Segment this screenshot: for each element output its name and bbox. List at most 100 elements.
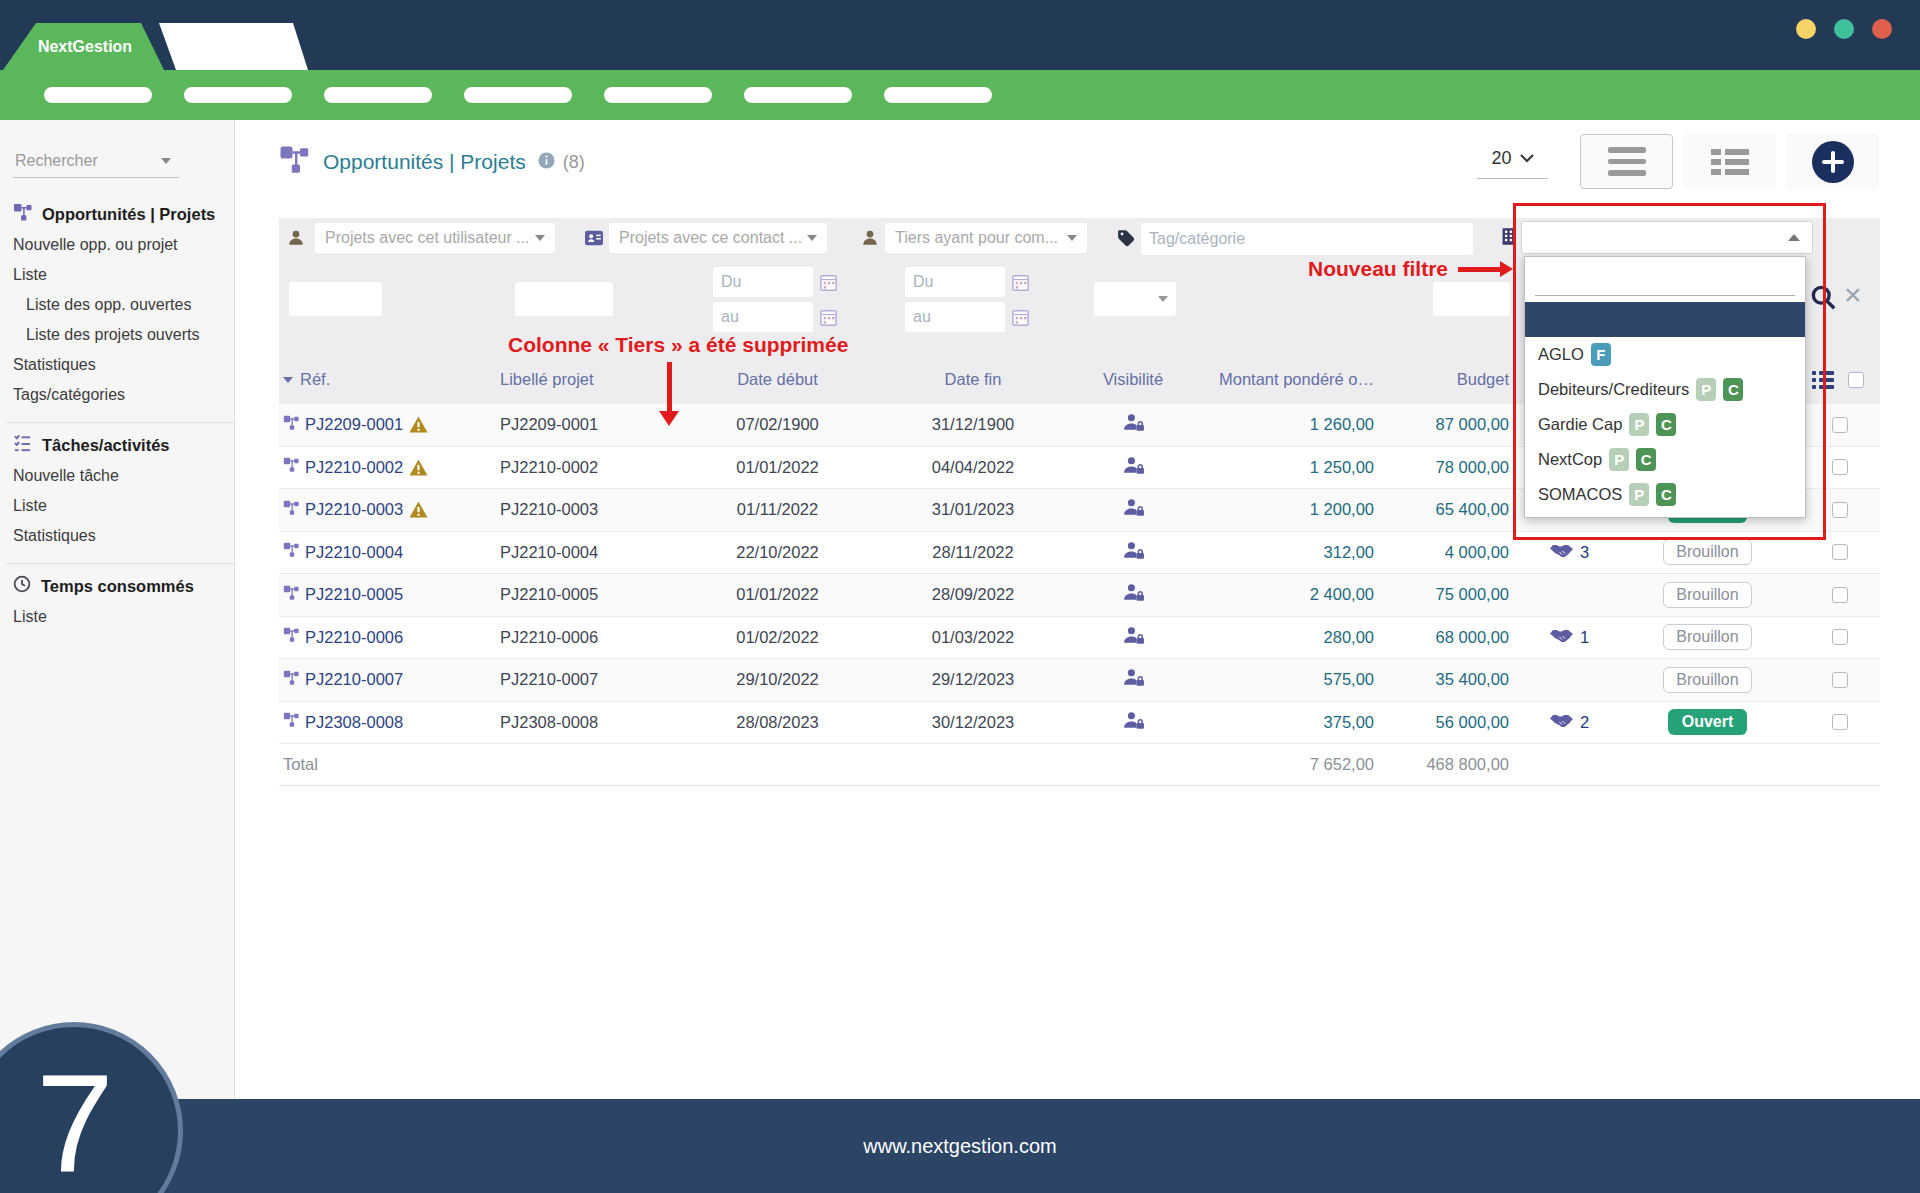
column-header-visibility[interactable]: Visibilité [1055,370,1195,389]
dropdown-option[interactable]: SOMACOSPC [1525,477,1805,512]
row-checkbox[interactable] [1832,502,1848,518]
project-ref-link[interactable]: PJ2210-0003 [305,500,403,519]
date-end: 31/12/1900 [865,415,1055,434]
filter-tag-input[interactable] [1141,223,1473,255]
filter-end-to-input[interactable] [905,302,1005,332]
dropdown-option[interactable]: AGLOF [1525,337,1805,372]
select-all-checkbox[interactable] [1848,372,1864,388]
list-view-button[interactable] [1580,134,1673,189]
info-icon[interactable] [538,152,555,173]
column-header-end[interactable]: Date fin [865,370,1055,389]
dropdown-option-selected[interactable] [1525,302,1805,337]
nav-pill[interactable] [44,87,152,103]
column-header-montant[interactable]: Montant pondéré o… [1195,370,1380,389]
add-record-button[interactable] [1786,134,1879,189]
sidebar-item[interactable]: Statistiques [0,521,234,551]
calendar-icon[interactable] [820,274,837,291]
sidebar-item[interactable]: Statistiques [0,350,234,380]
footer-url: www.nextgestion.com [863,1135,1056,1158]
sidebar-section-title[interactable]: Temps consommés [0,570,234,602]
table-row[interactable]: PJ2210-0004 PJ2210-0004 22/10/2022 28/11… [279,532,1880,575]
column-header-ref[interactable]: Réf. [279,370,500,389]
filter-contact-select[interactable]: Projets avec ce contact ... [609,223,827,253]
sidebar-search-input[interactable]: Rechercher [13,148,179,178]
montant-value: 375,00 [1195,713,1380,732]
sidebar-item[interactable]: Liste [0,260,234,290]
nav-pill[interactable] [884,87,992,103]
row-checkbox[interactable] [1832,459,1848,475]
columns-config-icon[interactable] [1812,371,1834,389]
date-start: 01/01/2022 [690,585,865,604]
filter-label-input[interactable] [515,282,613,316]
dropdown-option[interactable]: NextCopPC [1525,442,1805,477]
row-checkbox[interactable] [1832,714,1848,730]
calendar-icon[interactable] [820,309,837,326]
column-header-start[interactable]: Date début [690,370,865,389]
table-row[interactable]: PJ2210-0005 PJ2210-0005 01/01/2022 28/09… [279,574,1880,617]
clear-filters-icon[interactable]: × [1844,278,1862,312]
filter-user-select[interactable]: Projets avec cet utilisateur ... [315,223,555,253]
filter-end-from-input[interactable] [905,267,1005,297]
filter-start-to-input[interactable] [713,302,813,332]
sort-desc-icon [283,377,293,383]
annotation-arrow-right [1458,267,1500,272]
sidebar-section-title[interactable]: Tâches/activités [0,429,234,461]
filter-tiers-select[interactable]: Tiers ayant pour com... [885,223,1087,253]
filter-ref-input[interactable] [289,282,382,316]
dropdown-option[interactable]: Gardie CapPC [1525,407,1805,442]
date-end: 29/12/2023 [865,670,1055,689]
project-label: PJ2210-0006 [500,628,690,647]
calendar-icon[interactable] [1012,274,1029,291]
grid-view-button[interactable] [1683,134,1776,189]
sidebar-item[interactable]: Tags/catégories [0,380,234,410]
budget-value: 65 400,00 [1380,500,1515,519]
column-header-budget[interactable]: Budget [1380,370,1515,389]
nav-pill[interactable] [184,87,292,103]
column-header-label[interactable]: Libellé projet [500,370,690,389]
project-ref-link[interactable]: PJ2210-0007 [305,670,403,689]
visibility-icon [1122,498,1145,521]
sidebar-section-title[interactable]: Opportunités | Projets [0,198,234,230]
date-start: 29/10/2022 [690,670,865,689]
row-checkbox[interactable] [1832,544,1848,560]
dropdown-option[interactable]: Debiteurs/CrediteursPC [1525,372,1805,407]
sidebar-item[interactable]: Liste [0,602,234,632]
table-row[interactable]: PJ2210-0007 PJ2210-0007 29/10/2022 29/12… [279,659,1880,702]
brand-logo-tab: NextGestion [3,23,167,70]
table-row[interactable]: PJ2308-0008 PJ2308-0008 28/08/2023 30/12… [279,702,1880,745]
sidebar-item[interactable]: Liste [0,491,234,521]
row-checkbox[interactable] [1832,629,1848,645]
nav-pill[interactable] [604,87,712,103]
dropdown-search-input[interactable] [1535,265,1795,296]
nav-pill[interactable] [324,87,432,103]
row-checkbox[interactable] [1832,417,1848,433]
row-checkbox[interactable] [1832,672,1848,688]
record-count: (8) [563,152,585,173]
sidebar-item[interactable]: Nouvelle tâche [0,461,234,491]
table-total-row: Total7 652,00468 800,00 [279,744,1880,786]
nav-pill[interactable] [464,87,572,103]
filter-budget-input[interactable] [1433,282,1510,316]
calendar-icon[interactable] [1012,309,1029,326]
filter-visibility-select[interactable] [1094,282,1176,316]
sidebar-item[interactable]: Liste des opp. ouvertes [0,290,234,320]
project-ref-link[interactable]: PJ2210-0002 [305,458,403,477]
sidebar-item[interactable]: Nouvelle opp. ou projet [0,230,234,260]
table-row[interactable]: PJ2210-0006 PJ2210-0006 01/02/2022 01/03… [279,617,1880,660]
project-ref-link[interactable]: PJ2308-0008 [305,713,403,732]
montant-value: 575,00 [1195,670,1380,689]
page-size-select[interactable]: 20 [1477,148,1548,179]
visibility-icon [1122,583,1145,606]
row-checkbox[interactable] [1832,587,1848,603]
filter-start-from-input[interactable] [713,267,813,297]
project-ref-link[interactable]: PJ2209-0001 [305,415,403,434]
new-filter-select[interactable] [1521,221,1813,254]
project-ref-link[interactable]: PJ2210-0006 [305,628,403,647]
project-ref-link[interactable]: PJ2210-0004 [305,543,403,562]
search-icon[interactable] [1810,284,1837,315]
project-ref-link[interactable]: PJ2210-0005 [305,585,403,604]
nav-pill[interactable] [744,87,852,103]
sidebar-item[interactable]: Liste des projets ouverts [0,320,234,350]
date-end: 28/09/2022 [865,585,1055,604]
date-end: 31/01/2023 [865,500,1055,519]
